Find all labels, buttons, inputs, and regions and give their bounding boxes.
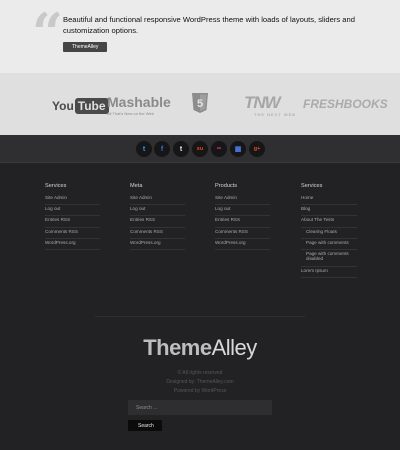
stumbleupon-button[interactable]: su [192, 141, 208, 157]
footer-column-services: Services Site Admin Log out Entries RSS … [45, 182, 100, 250]
testimonial-section: “ Beautiful and functional responsive Wo… [0, 0, 400, 73]
copyright-text: © All rights reserved [177, 370, 223, 376]
search-input[interactable] [128, 400, 272, 415]
footer-link[interactable]: Entries RSS [130, 216, 185, 228]
delicious-button[interactable]: ▦ [230, 141, 246, 157]
quote-icon: “ [32, 1, 64, 65]
freshbooks-logo[interactable]: FRESHBOOKS [303, 97, 388, 111]
powered-by-text: Powered by WordPress [173, 388, 227, 394]
footer-logo-part1: Theme [143, 335, 212, 360]
stumbleupon-icon: su [196, 146, 204, 152]
footer-link-home[interactable]: Home [301, 194, 357, 206]
footer-link-clearing-floats[interactable]: Clearing Floats [301, 228, 357, 239]
footer-column-title: Meta [130, 183, 143, 189]
tumblr-icon: t [179, 145, 183, 153]
tnw-logo[interactable]: TNW [244, 94, 281, 111]
footer-link[interactable]: WordPress.org [45, 239, 100, 250]
google-plus-icon: g+ [253, 146, 261, 152]
flickr-icon: •• [216, 146, 222, 152]
footer-link[interactable]: Site Admin [215, 194, 270, 206]
footer-link[interactable]: Log out [130, 205, 185, 217]
footer-link[interactable]: WordPress.org [215, 239, 270, 250]
social-bar: t f t su •• ▦ g+ [0, 135, 400, 163]
footer-link-page-comments-disabled[interactable]: Page with comments disabled [301, 250, 357, 267]
footer-link-page-with-comments[interactable]: Page with comments [301, 239, 357, 250]
facebook-icon: f [160, 145, 164, 153]
twitter-button[interactable]: t [136, 141, 152, 157]
footer-logo-part2: Alley [211, 335, 258, 360]
facebook-button[interactable]: f [154, 141, 170, 157]
footer-link[interactable]: Site Admin [130, 194, 185, 206]
footer-column-meta: Meta Site Admin Log out Entries RSS Comm… [130, 182, 185, 250]
html5-logo-text: 5 [197, 98, 203, 110]
designed-by-text: Designed by: ThemeAlley.com [166, 379, 234, 385]
flickr-button[interactable]: •• [211, 141, 227, 157]
footer-link[interactable]: Log out [215, 205, 270, 217]
footer-link[interactable]: Comments RSS [130, 228, 185, 239]
footer-column-title: Services [45, 183, 67, 189]
testimonial-quote: Beautiful and functional responsive Word… [63, 15, 355, 35]
youtube-logo[interactable]: You Tube [52, 98, 109, 114]
mashable-tagline: All That's New on the Web [107, 111, 154, 116]
footer-link[interactable]: Comments RSS [215, 228, 270, 239]
delicious-icon: ▦ [234, 146, 242, 153]
footer-column-pages: Services Home Blog About The Tests Clear… [301, 182, 357, 279]
google-plus-button[interactable]: g+ [249, 141, 265, 157]
tumblr-button[interactable]: t [173, 141, 189, 157]
footer-link[interactable]: Entries RSS [45, 216, 100, 228]
clients-section: You Tube Mashable All That's New on the W… [0, 73, 400, 135]
testimonial-author: ThemeAlley [63, 42, 108, 52]
twitter-icon: t [142, 145, 146, 153]
footer-link[interactable]: Entries RSS [215, 216, 270, 228]
footer-column-title: Products [215, 183, 238, 189]
youtube-logo-text: You [52, 99, 74, 113]
footer-column-products: Products Site Admin Log out Entries RSS … [215, 182, 270, 250]
footer-link-about[interactable]: About The Tests [301, 216, 357, 228]
search-button[interactable]: Search [128, 420, 162, 431]
footer-link[interactable]: Site Admin [45, 194, 100, 206]
footer-link-blog[interactable]: Blog [301, 205, 357, 217]
footer-link[interactable]: WordPress.org [130, 239, 185, 250]
footer-link[interactable]: Log out [45, 205, 100, 217]
footer-link-lorem-ipsum[interactable]: Lorem Ipsum [301, 267, 357, 279]
footer-divider [95, 316, 305, 317]
footer-logo[interactable]: ThemeAlley [0, 336, 400, 360]
footer-column-title: Services [301, 183, 323, 189]
tnw-tagline: THE NEXT WEB [254, 112, 296, 117]
html5-logo[interactable]: 5 [191, 92, 209, 114]
mashable-logo[interactable]: Mashable [107, 95, 171, 109]
footer-link[interactable]: Comments RSS [45, 228, 100, 239]
youtube-logo-tube: Tube [74, 98, 109, 114]
